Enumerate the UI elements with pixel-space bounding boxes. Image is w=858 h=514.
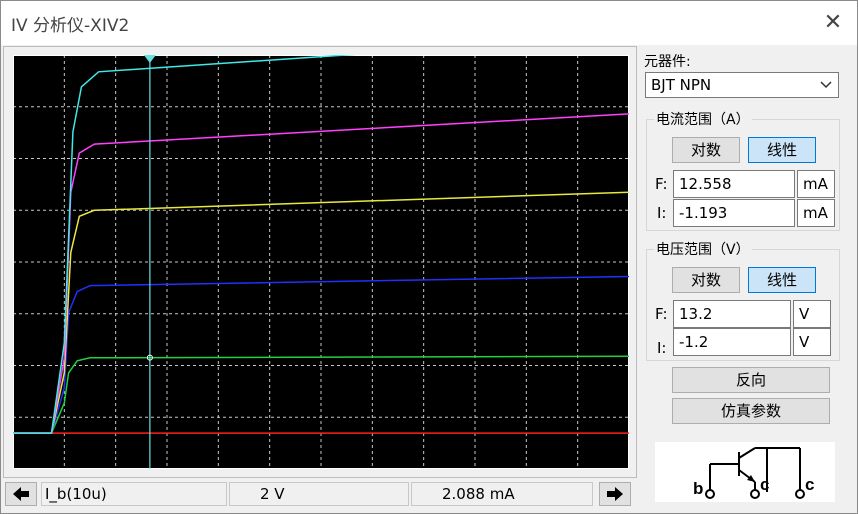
- voltage-i-unit[interactable]: V: [793, 328, 831, 356]
- device-label: 元器件:: [644, 54, 691, 70]
- chevron-down-icon: [820, 75, 832, 99]
- close-icon[interactable]: ✕: [817, 7, 849, 39]
- current-linear-button[interactable]: 线性: [748, 137, 816, 163]
- plot-frame: [3, 46, 637, 478]
- voltage-i-label: I:: [657, 339, 667, 357]
- voltage-f-unit[interactable]: V: [793, 300, 831, 328]
- voltage-i-input[interactable]: -1.2: [673, 328, 791, 356]
- title-bar: IV 分析仪-XIV2 ✕: [1, 1, 857, 45]
- current-i-input[interactable]: -1.193: [673, 199, 795, 227]
- current-f-input[interactable]: 12.558: [673, 170, 795, 198]
- bjt-connection-symbol: b c c: [655, 442, 835, 502]
- iv-plot[interactable]: [13, 55, 629, 469]
- reverse-button[interactable]: 反向: [672, 367, 830, 393]
- right-arrow-icon[interactable]: [599, 482, 631, 506]
- voltage-f-label: F:: [655, 305, 668, 323]
- terminal-b-label: b: [693, 479, 703, 498]
- current-f-label: F:: [655, 175, 668, 193]
- terminal-c1-label: c: [760, 475, 769, 494]
- sim-params-button[interactable]: 仿真参数: [672, 398, 830, 424]
- device-select[interactable]: BJT NPN: [645, 72, 839, 98]
- voltage-f-input[interactable]: 13.2: [673, 300, 791, 328]
- left-arrow-icon[interactable]: [5, 482, 37, 506]
- bjt-schematic-icon: b c c: [693, 447, 814, 499]
- trace-selector[interactable]: I_b(10u): [41, 482, 227, 506]
- voltage-readout: 2 V: [229, 482, 409, 506]
- current-f-unit[interactable]: mA: [797, 170, 835, 198]
- terminal-c2-label: c: [805, 475, 814, 494]
- iv-analyzer-window: IV 分析仪-XIV2 ✕ 元器件: BJT NPN 电流范围（A） 对数 线性…: [0, 0, 858, 514]
- voltage-range-title: 电压范围（V）: [654, 239, 752, 259]
- current-log-button[interactable]: 对数: [672, 137, 740, 163]
- current-i-unit[interactable]: mA: [797, 199, 835, 227]
- status-bar: I_b(10u) 2 V 2.088 mA: [5, 482, 635, 506]
- device-select-value: BJT NPN: [651, 76, 712, 94]
- window-title: IV 分析仪-XIV2: [11, 16, 130, 36]
- current-range-title: 电流范围（A）: [654, 109, 752, 129]
- current-readout: 2.088 mA: [411, 482, 593, 506]
- voltage-log-button[interactable]: 对数: [672, 267, 740, 293]
- current-i-label: I:: [657, 204, 667, 222]
- voltage-linear-button[interactable]: 线性: [748, 267, 816, 293]
